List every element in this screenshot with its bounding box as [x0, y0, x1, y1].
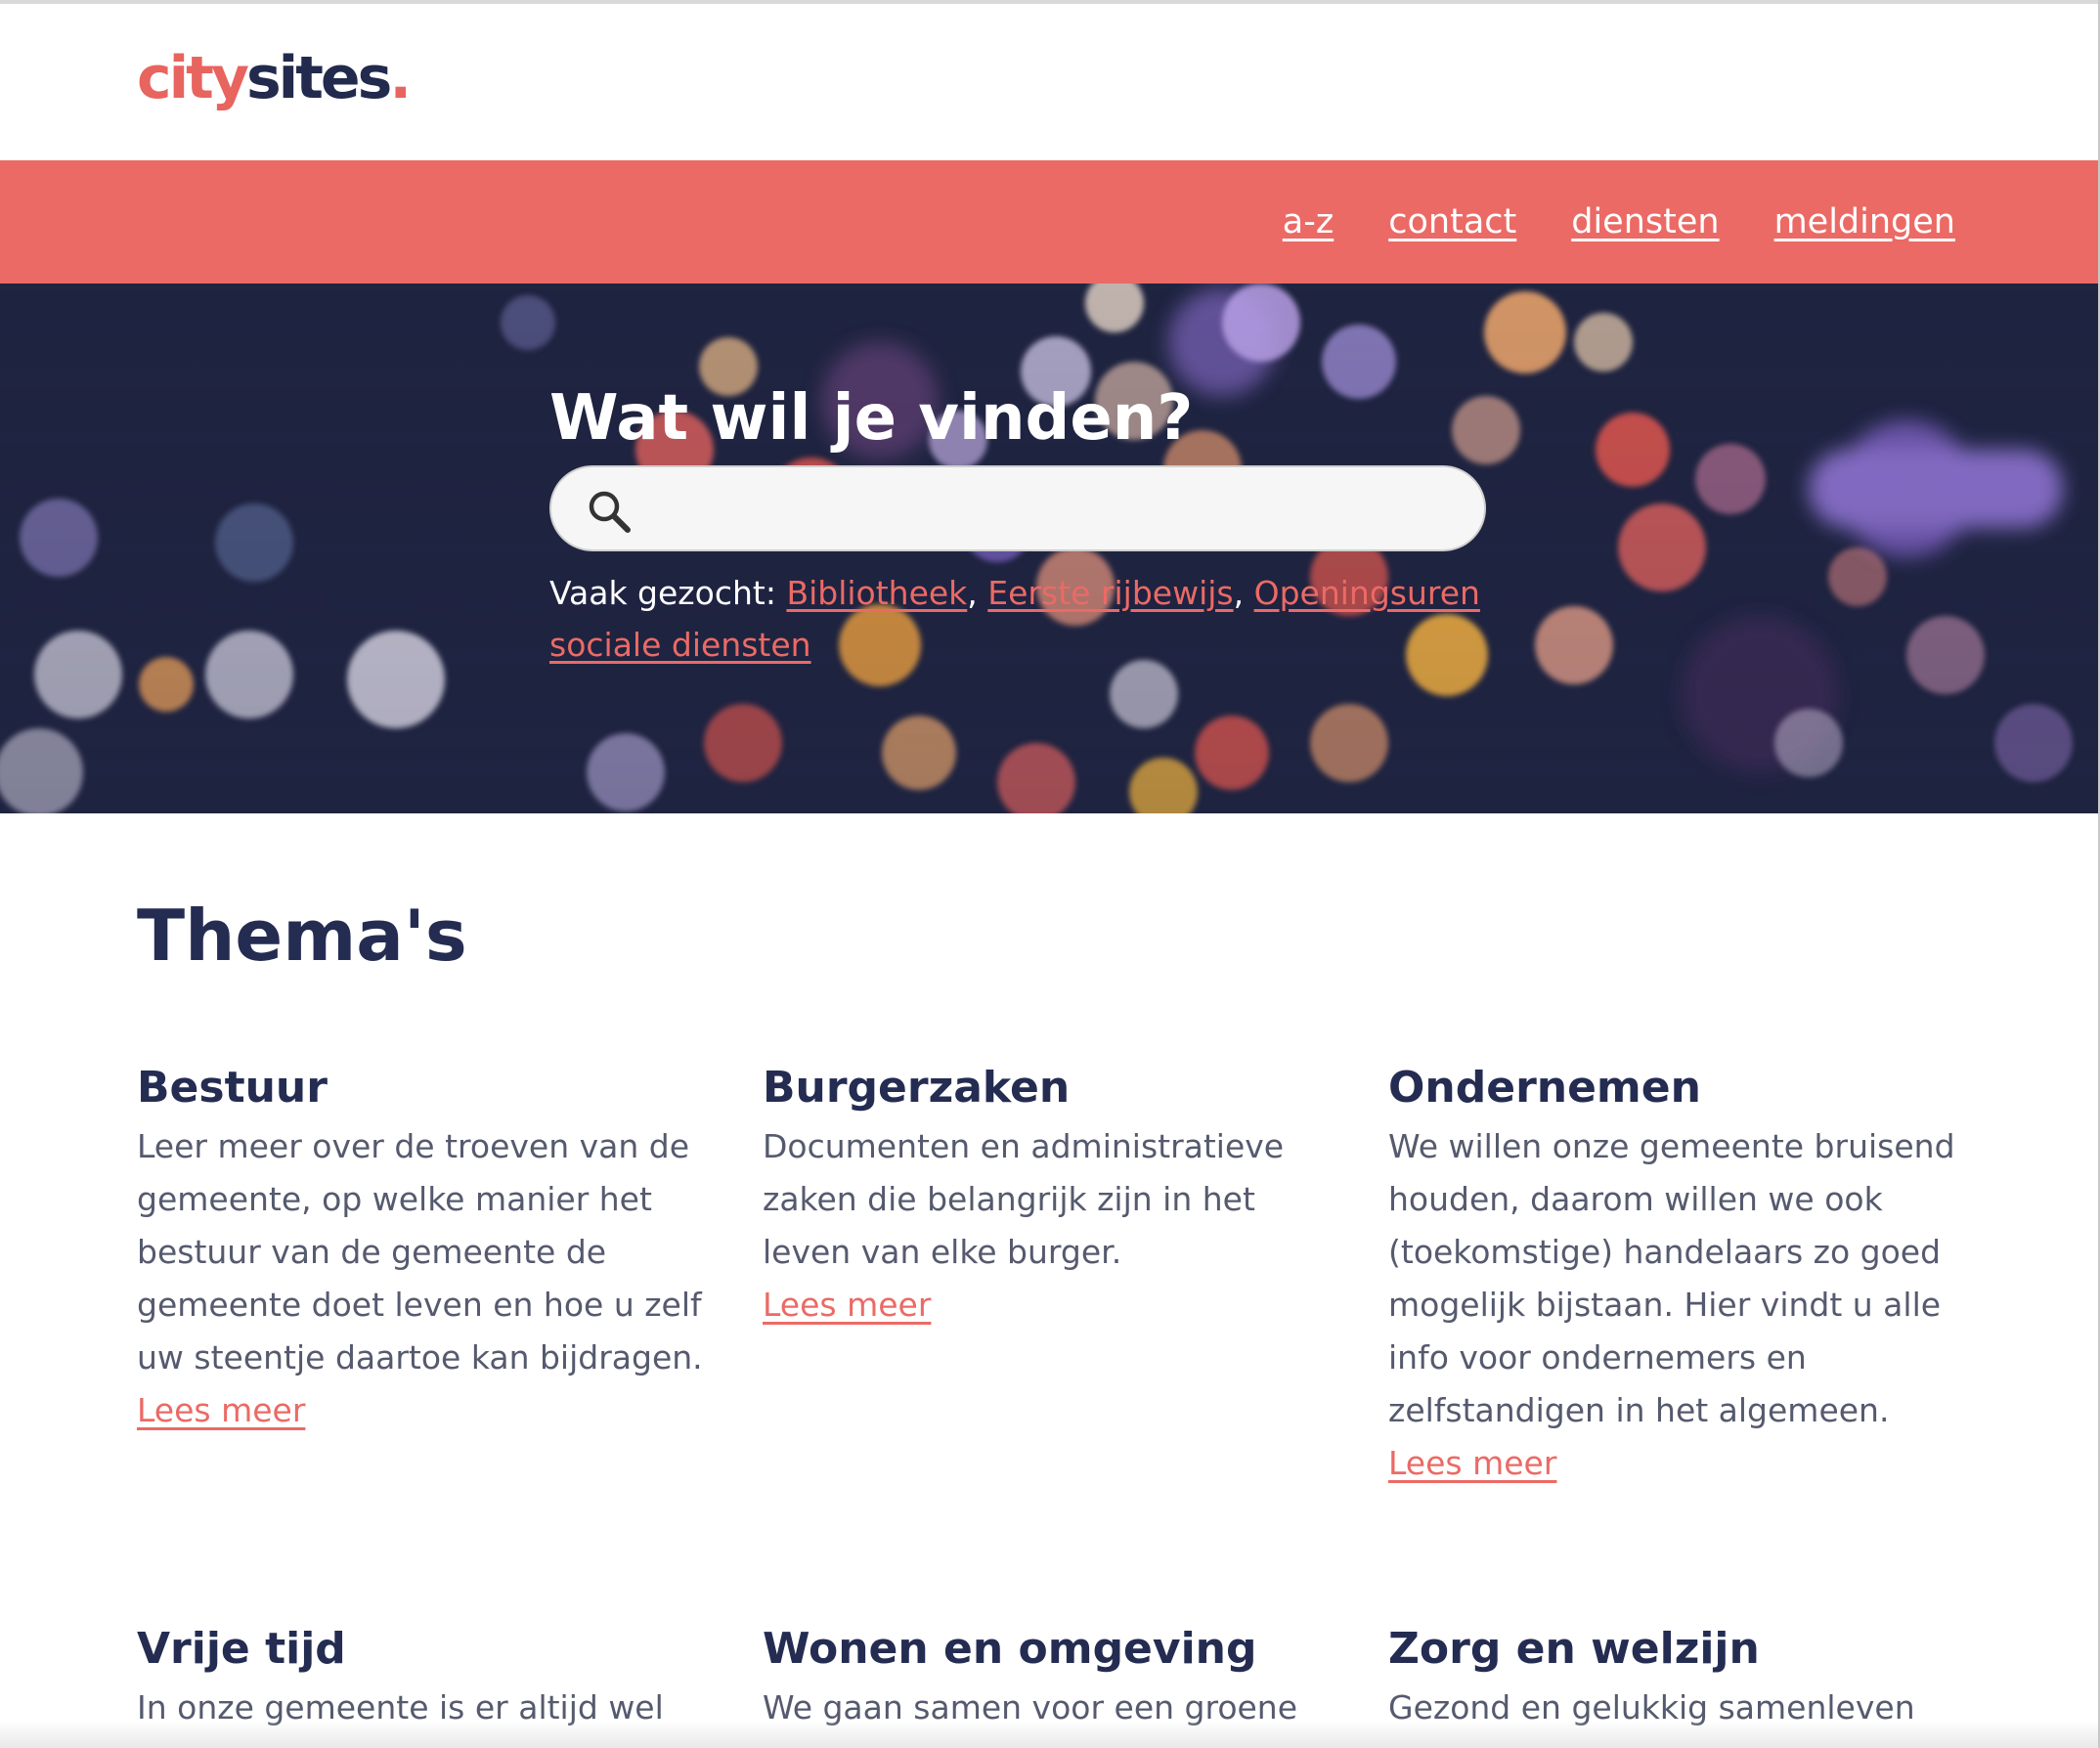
theme-read-more-link[interactable]: Lees meer: [763, 1279, 931, 1332]
theme-card-vrije-tijd: Vrije tijd In onze gemeente is er altijd…: [137, 1617, 704, 1734]
popular-link-eerste-rijbewijs[interactable]: Eerste rijbewijs: [987, 574, 1233, 612]
logo-part-sites: sites: [245, 44, 392, 112]
theme-title: Vrije tijd: [137, 1624, 346, 1674]
logo-dot: .: [389, 44, 412, 112]
main-nav-bar: a-z contact diensten meldingen: [0, 160, 2098, 284]
popular-searches-label: Vaak gezocht:: [549, 574, 776, 612]
search-box[interactable]: [549, 465, 1486, 551]
theme-title: Zorg en welzijn: [1388, 1624, 1760, 1674]
theme-description: Documenten en administratieve zaken die …: [763, 1127, 1285, 1271]
search-icon: [589, 491, 631, 533]
citysites-logo[interactable]: citysites.: [137, 39, 412, 117]
hero-banner: Wat wil je vinden? Vaak gezocht: Bibliot…: [0, 284, 2098, 813]
theme-card-zorg-en-welzijn: Zorg en welzijn Gezond en gelukkig samen…: [1388, 1617, 1975, 1734]
hero-search-panel: Wat wil je vinden? Vaak gezocht: Bibliot…: [549, 381, 1488, 671]
bottom-fade: [0, 1721, 2098, 1748]
theme-title: Ondernemen: [1388, 1063, 1701, 1113]
theme-description: We willen onze gemeente bruisend houden,…: [1388, 1127, 1955, 1429]
nav-link-diensten[interactable]: diensten: [1571, 202, 1719, 241]
search-input[interactable]: [649, 477, 1455, 542]
nav-link-a-z[interactable]: a-z: [1283, 202, 1334, 241]
theme-read-more-link[interactable]: Lees meer: [1388, 1437, 1556, 1490]
theme-title: Burgerzaken: [763, 1063, 1071, 1113]
site-header: citysites.: [0, 4, 2098, 160]
theme-card-wonen-en-omgeving: Wonen en omgeving We gaan samen voor een…: [763, 1617, 1349, 1734]
themes-section-title: Thema's: [137, 895, 467, 977]
theme-card-burgerzaken: Burgerzaken Documenten en administratiev…: [763, 1056, 1330, 1332]
theme-description: Leer meer over de troeven van de gemeent…: [137, 1127, 703, 1377]
nav-link-contact[interactable]: contact: [1388, 202, 1516, 241]
theme-title: Bestuur: [137, 1063, 328, 1113]
main-nav: a-z contact diensten meldingen: [1283, 160, 1955, 284]
logo-part-city: city: [137, 44, 249, 112]
theme-card-ondernemen: Ondernemen We willen onze gemeente bruis…: [1388, 1056, 1955, 1490]
hero-title: Wat wil je vinden?: [549, 382, 1194, 455]
page: citysites. a-z contact diensten meldinge…: [0, 0, 2100, 1748]
theme-read-more-link[interactable]: Lees meer: [137, 1384, 305, 1437]
popular-link-bibliotheek[interactable]: Bibliotheek: [786, 574, 967, 612]
nav-link-meldingen[interactable]: meldingen: [1774, 202, 1955, 241]
popular-searches: Vaak gezocht: Bibliotheek, Eerste rijbew…: [549, 574, 1480, 664]
theme-card-bestuur: Bestuur Leer meer over de troeven van de…: [137, 1056, 704, 1437]
theme-title: Wonen en omgeving: [763, 1624, 1257, 1674]
